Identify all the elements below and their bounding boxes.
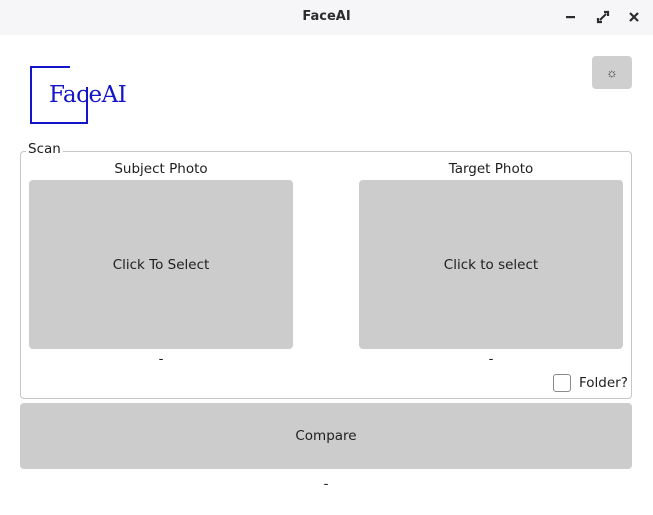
compare-result-status: - (323, 476, 329, 492)
subject-photo-status: - (158, 351, 164, 367)
folder-checkbox[interactable] (553, 374, 571, 392)
app-logo: FaceAI (30, 66, 127, 126)
sun-icon: ☼ (606, 65, 618, 80)
compare-button[interactable]: Compare (20, 403, 632, 469)
theme-toggle-button[interactable]: ☼ (592, 56, 632, 89)
target-photo-label: Target Photo (448, 161, 534, 177)
folder-checkbox-label[interactable]: Folder? (579, 375, 628, 391)
scan-group-label: Scan (26, 141, 63, 157)
window-title: FaceAI (302, 9, 351, 24)
minimize-icon[interactable] (564, 10, 578, 24)
subject-photo-label: Subject Photo (114, 161, 208, 177)
target-photo-status: - (488, 351, 494, 367)
maximize-icon[interactable] (596, 10, 610, 24)
subject-photo-selector[interactable]: Click To Select (29, 180, 293, 349)
subject-photo-placeholder: Click To Select (112, 256, 210, 273)
compare-button-label: Compare (295, 428, 357, 444)
logo-text: FaceAI (49, 82, 127, 108)
target-photo-selector[interactable]: Click to select (359, 180, 623, 349)
target-photo-placeholder: Click to select (443, 256, 539, 273)
title-bar: FaceAI (0, 0, 653, 35)
close-icon[interactable] (627, 10, 641, 24)
